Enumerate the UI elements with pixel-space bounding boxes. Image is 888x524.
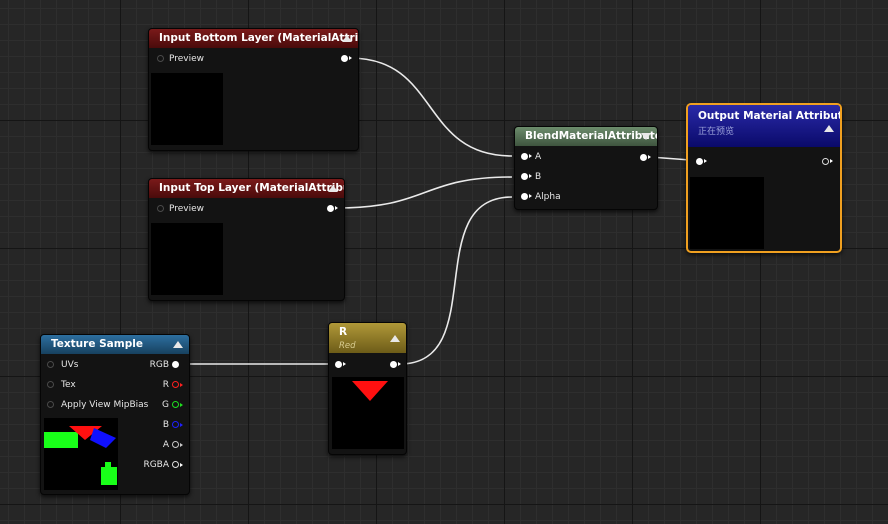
output-header[interactable]: Output Material Attributes 正在预览 <box>688 105 840 147</box>
rgb-row: RGB <box>141 358 185 372</box>
mask-input-pin[interactable] <box>335 361 342 368</box>
exec-arrow-icon <box>704 159 707 163</box>
exec-arrow-icon <box>349 56 352 60</box>
r-pin[interactable] <box>172 381 179 388</box>
mask-preview <box>332 377 404 449</box>
texture-sample-header[interactable]: Texture Sample <box>41 335 189 354</box>
mask-header[interactable]: R Red <box>329 323 406 353</box>
exec-arrow-icon <box>180 423 183 427</box>
input-top-layer-node[interactable]: Input Top Layer (MaterialAttributes) Pre… <box>148 178 345 301</box>
rgba-pin[interactable] <box>172 461 179 468</box>
input-top-layer-title: Input Top Layer (MaterialAttributes) <box>159 182 344 194</box>
component-mask-r-node[interactable]: R Red <box>328 322 407 455</box>
wire-bottom-to-a <box>349 57 513 157</box>
b-label: B <box>162 420 169 430</box>
collapse-icon[interactable] <box>173 341 183 348</box>
preview-output-pin[interactable] <box>341 55 348 62</box>
output-output-pin[interactable] <box>822 158 829 165</box>
blend-output-pin[interactable] <box>640 154 647 161</box>
input-top-layer-header[interactable]: Input Top Layer (MaterialAttributes) <box>149 179 344 198</box>
exec-arrow-icon <box>335 206 338 210</box>
g-pin[interactable] <box>172 401 179 408</box>
rgb-pin[interactable] <box>172 361 179 368</box>
collapse-icon[interactable] <box>342 35 352 42</box>
a-label: A <box>162 440 169 450</box>
exec-arrow-icon <box>830 159 833 163</box>
mask-subtitle: Red <box>339 341 356 351</box>
blend-header[interactable]: BlendMaterialAttributes <box>515 127 657 146</box>
preview-thumbnail <box>151 223 223 295</box>
output-input-pin[interactable] <box>696 158 703 165</box>
input-bottom-layer-header[interactable]: Input Bottom Layer (MaterialAttributes) <box>149 29 358 48</box>
tex-label: Tex <box>61 380 76 390</box>
blend-title: BlendMaterialAttributes <box>525 130 657 142</box>
wire-mask-to-alpha <box>399 196 513 365</box>
texture-preview <box>44 418 118 490</box>
texture-sample-node[interactable]: Texture Sample UVs Tex Apply View MipBia… <box>40 334 190 495</box>
mipbias-pin[interactable] <box>47 401 54 408</box>
r-label: R <box>162 380 169 390</box>
exec-arrow-icon <box>180 463 183 467</box>
uvs-label: UVs <box>61 360 79 370</box>
input-bottom-layer-node[interactable]: Input Bottom Layer (MaterialAttributes) … <box>148 28 359 151</box>
blend-pin-alpha-label: Alpha <box>535 192 561 202</box>
exec-arrow-icon <box>180 403 183 407</box>
exec-arrow-icon <box>529 154 532 158</box>
r-row: R <box>141 378 185 392</box>
output-title: Output Material Attributes <box>698 110 840 122</box>
collapse-icon[interactable] <box>824 125 834 132</box>
uvs-pin[interactable] <box>47 361 54 368</box>
texture-sample-title: Texture Sample <box>51 338 143 350</box>
rgba-row: RGBA <box>131 458 185 472</box>
rgb-label: RGB <box>149 360 169 370</box>
preview-thumbnail <box>690 177 764 249</box>
expand-icon[interactable] <box>641 133 651 140</box>
exec-arrow-icon <box>343 362 346 366</box>
a-pin[interactable] <box>172 441 179 448</box>
exec-arrow-icon <box>180 443 183 447</box>
preview-thumbnail <box>151 73 223 145</box>
rgba-label: RGBA <box>143 460 169 470</box>
b-pin[interactable] <box>172 421 179 428</box>
blend-pin-a[interactable] <box>521 153 528 160</box>
preview-input-pin[interactable] <box>157 55 164 62</box>
mipbias-label: Apply View MipBias <box>61 400 149 410</box>
exec-arrow-icon <box>180 383 183 387</box>
g-row: G <box>141 398 185 412</box>
exec-arrow-icon <box>648 155 651 159</box>
wire-top-to-b <box>335 176 513 209</box>
g-label: G <box>162 400 169 410</box>
exec-arrow-icon <box>529 174 532 178</box>
exec-arrow-icon <box>398 362 401 366</box>
preview-output-pin[interactable] <box>327 205 334 212</box>
collapse-icon[interactable] <box>390 335 400 342</box>
preview-label: Preview <box>169 204 205 214</box>
output-material-attributes-node[interactable]: Output Material Attributes 正在预览 <box>686 103 842 253</box>
preview-input-pin[interactable] <box>157 205 164 212</box>
preview-label: Preview <box>169 54 205 64</box>
blend-pin-a-label: A <box>535 152 542 162</box>
input-bottom-layer-title: Input Bottom Layer (MaterialAttributes) <box>159 32 358 44</box>
output-subtitle: 正在预览 <box>698 127 735 137</box>
mask-output-pin[interactable] <box>390 361 397 368</box>
blend-pin-b[interactable] <box>521 173 528 180</box>
blend-pin-b-label: B <box>535 172 542 182</box>
blend-pin-alpha[interactable] <box>521 193 528 200</box>
collapse-icon[interactable] <box>328 185 338 192</box>
exec-arrow-icon <box>529 194 532 198</box>
blend-material-attributes-node[interactable]: BlendMaterialAttributes A B Alpha <box>514 126 658 210</box>
a-row: A <box>141 438 185 452</box>
b-row: B <box>141 418 185 432</box>
tex-pin[interactable] <box>47 381 54 388</box>
